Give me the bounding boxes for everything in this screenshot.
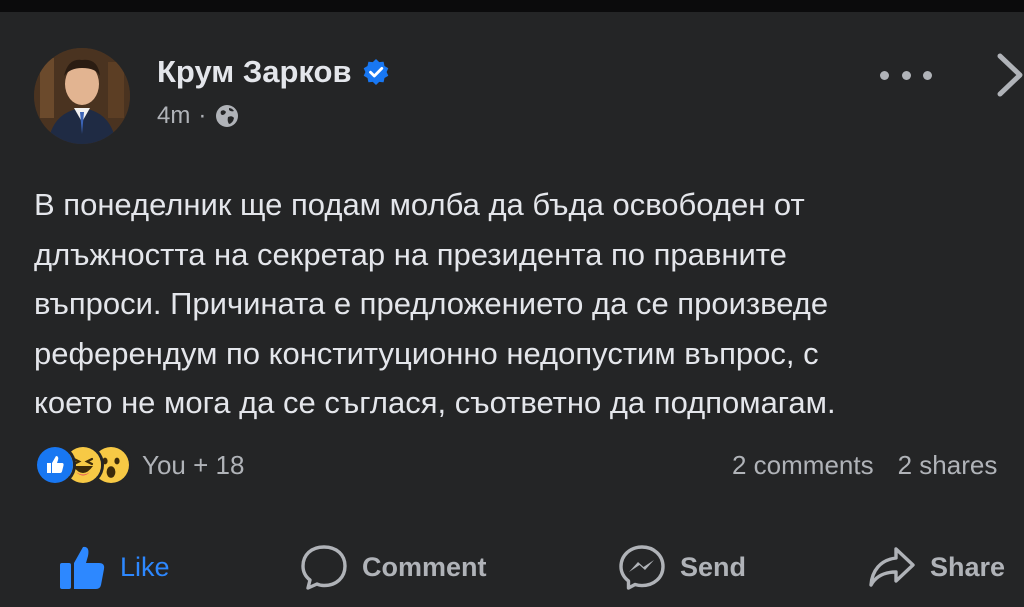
share-arrow-icon: [869, 547, 915, 587]
send-button[interactable]: Send: [616, 532, 746, 602]
author-avatar[interactable]: [34, 48, 130, 144]
more-dot-icon: [880, 70, 889, 80]
verified-badge-icon: [363, 59, 388, 85]
like-button[interactable]: Like: [56, 532, 170, 602]
globe-icon: [216, 105, 239, 127]
more-dot-icon: [901, 70, 911, 80]
shares-count[interactable]: 2 shares: [898, 450, 998, 481]
author-row: Крум Зарков: [157, 54, 390, 90]
share-label: Share: [930, 551, 1006, 582]
like-reaction-icon: [34, 444, 76, 486]
post-text-line: референдум по конституционно недопустим …: [34, 335, 819, 371]
top-bar: [0, 0, 1024, 12]
comment-label: Comment: [362, 551, 487, 582]
more-options-button[interactable]: [880, 60, 932, 90]
engagement-stats: 2 comments 2 shares: [732, 450, 997, 481]
author-name[interactable]: Крум Зарков: [157, 54, 352, 90]
post-text-line: В понеделник ще подам молба да бъда осво…: [34, 187, 805, 222]
meta-separator: ·: [198, 102, 207, 129]
action-bar: Like Comment Send Share: [0, 532, 1024, 602]
comment-button[interactable]: Comment: [298, 532, 487, 602]
post-body: В понеделник ще подам молба да бъда осво…: [34, 180, 1024, 428]
post-text-line: въпроси. Причината е предложението да се…: [34, 286, 829, 322]
like-label: Like: [120, 551, 170, 582]
close-icon[interactable]: [990, 50, 1024, 100]
reactions-summary[interactable]: You + 18: [34, 444, 244, 486]
comment-bubble-icon: [301, 545, 347, 590]
post-card: Крум Зарков 4m · В понеделник ще подам м…: [0, 12, 1024, 607]
post-meta: 4m ·: [157, 102, 240, 130]
messenger-icon: [619, 545, 665, 590]
post-text-line: което не мога да се съглася, съответно д…: [34, 385, 836, 421]
post-text-line: длъжността на секретар на президента по …: [34, 236, 787, 272]
reaction-count[interactable]: You + 18: [142, 450, 244, 481]
send-label: Send: [680, 551, 747, 582]
share-button[interactable]: Share: [866, 532, 1005, 602]
thumbs-up-icon: [60, 546, 105, 589]
post-timestamp[interactable]: 4m: [157, 102, 190, 130]
comments-count[interactable]: 2 comments: [732, 450, 874, 481]
more-dot-icon: [923, 70, 932, 80]
